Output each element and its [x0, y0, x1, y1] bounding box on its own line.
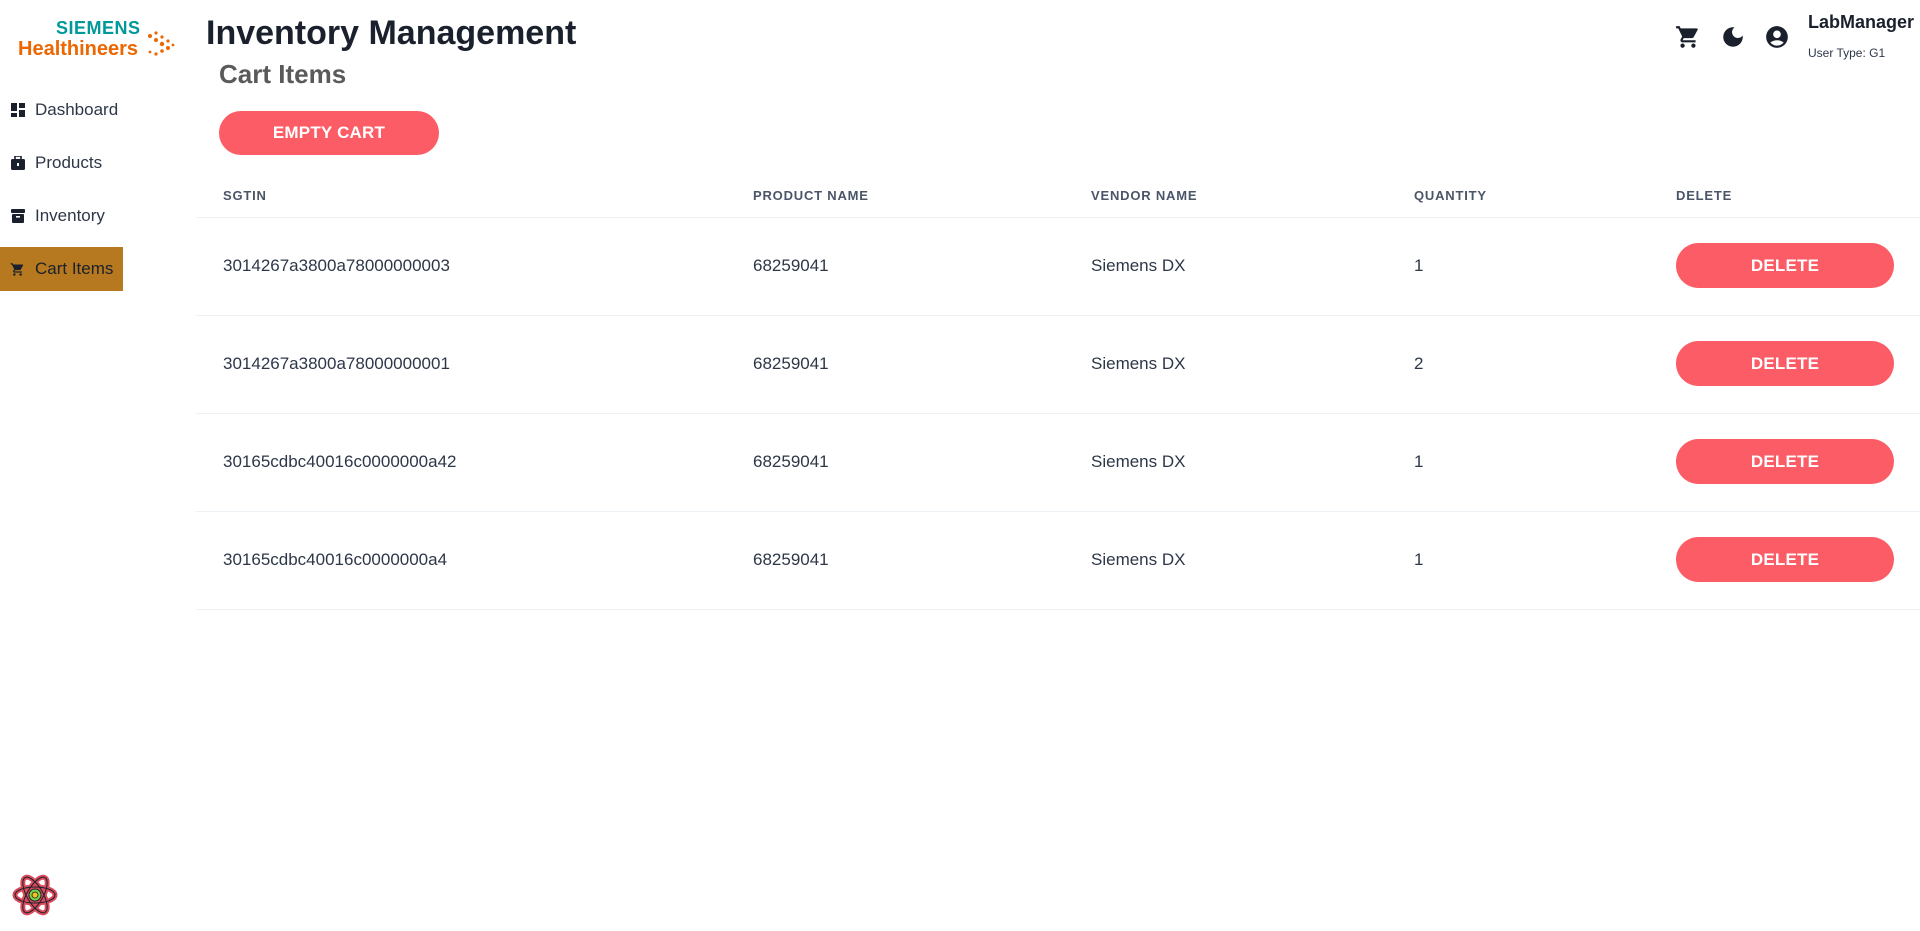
sidebar-item-label: Dashboard	[35, 100, 119, 119]
brand-top-text: SIEMENS	[56, 18, 141, 38]
cell-quantity: 1	[1414, 452, 1424, 471]
cell-sgtin: 3014267a3800a78000000003	[223, 256, 450, 275]
table-row: 3014267a3800a78000000003 68259041 Siemen…	[196, 218, 1920, 316]
archive-icon	[10, 209, 25, 224]
cell-sgtin: 3014267a3800a78000000001	[223, 354, 450, 373]
sidebar-item-dashboard[interactable]: Dashboard	[0, 88, 123, 132]
column-header-quantity: QUANTITY	[1414, 188, 1487, 203]
moon-icon[interactable]	[1720, 24, 1746, 50]
cart-table: SGTIN PRODUCT NAME VENDOR NAME QUANTITY …	[196, 176, 1920, 610]
cell-product-name: 68259041	[753, 550, 829, 569]
sidebar: SIEMENS Healthineers Dashboard Products	[0, 0, 196, 931]
cell-product-name: 68259041	[753, 452, 829, 471]
sidebar-item-label: Cart Items	[35, 259, 114, 278]
cell-vendor-name: Siemens DX	[1091, 256, 1186, 275]
table-header: SGTIN PRODUCT NAME VENDOR NAME QUANTITY …	[196, 176, 1920, 218]
sidebar-nav: Dashboard Products Inventory Cart Items	[0, 88, 196, 300]
briefcase-icon	[10, 156, 25, 171]
column-header-sgtin: SGTIN	[223, 188, 267, 203]
table-row: 30165cdbc40016c0000000a4 68259041 Siemen…	[196, 512, 1920, 610]
cart-icon[interactable]	[1675, 24, 1701, 50]
account-circle-icon[interactable]	[1764, 24, 1790, 50]
user-type: User Type: G1	[1808, 46, 1886, 60]
dashboard-icon	[10, 103, 25, 118]
react-logo-icon	[12, 874, 58, 916]
sidebar-item-products[interactable]: Products	[0, 141, 123, 185]
cell-vendor-name: Siemens DX	[1091, 550, 1186, 569]
sidebar-item-label: Products	[35, 153, 103, 172]
sidebar-item-cart-items[interactable]: Cart Items	[0, 247, 123, 291]
cell-sgtin: 30165cdbc40016c0000000a42	[223, 452, 457, 471]
cell-product-name: 68259041	[753, 354, 829, 373]
column-header-delete: DELETE	[1676, 188, 1733, 203]
brand-bottom-text: Healthineers	[18, 38, 139, 60]
brand-dots-icon	[148, 31, 175, 56]
column-header-vendor-name: VENDOR NAME	[1091, 188, 1198, 203]
table-row: 30165cdbc40016c0000000a42 68259041 Sieme…	[196, 414, 1920, 512]
table-row: 3014267a3800a78000000001 68259041 Siemen…	[196, 316, 1920, 414]
column-header-product-name: PRODUCT NAME	[753, 188, 869, 203]
cell-product-name: 68259041	[753, 256, 829, 275]
sidebar-item-inventory[interactable]: Inventory	[0, 194, 123, 238]
app-title: Inventory Management	[206, 14, 577, 52]
cell-quantity: 1	[1414, 256, 1424, 275]
delete-button[interactable]: DELETE	[1676, 341, 1894, 386]
cell-quantity: 2	[1414, 354, 1424, 373]
cart-icon	[10, 262, 25, 277]
page-title: Cart Items	[219, 59, 347, 89]
delete-button[interactable]: DELETE	[1676, 439, 1894, 484]
cell-quantity: 1	[1414, 550, 1424, 569]
empty-cart-button[interactable]: EMPTY CART	[219, 111, 439, 155]
sidebar-item-label: Inventory	[35, 206, 105, 225]
cell-sgtin: 30165cdbc40016c0000000a4	[223, 550, 448, 569]
delete-button[interactable]: DELETE	[1676, 243, 1894, 288]
delete-button[interactable]: DELETE	[1676, 537, 1894, 582]
cell-vendor-name: Siemens DX	[1091, 354, 1186, 373]
siemens-healthineers-logo[interactable]: SIEMENS Healthineers	[18, 18, 178, 60]
cell-vendor-name: Siemens DX	[1091, 452, 1186, 471]
user-name[interactable]: LabManager	[1808, 12, 1914, 33]
